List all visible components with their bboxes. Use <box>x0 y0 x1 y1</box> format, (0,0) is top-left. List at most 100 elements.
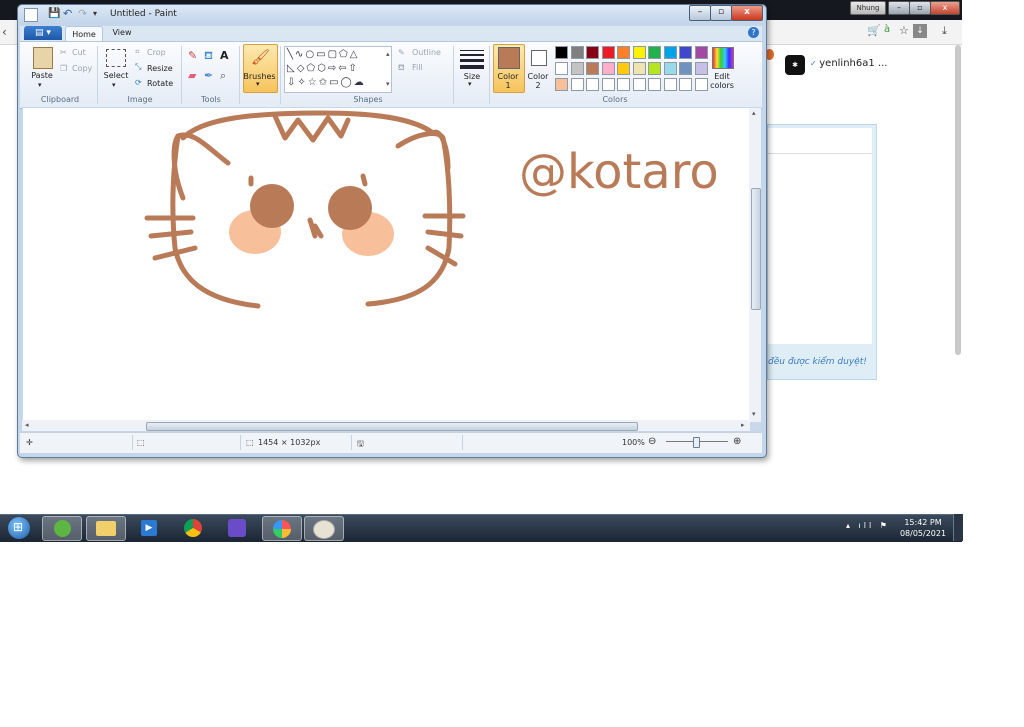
color-picker-icon[interactable]: ✒ <box>204 69 213 82</box>
taskbar-app-chrome[interactable] <box>174 516 212 539</box>
palette-swatch[interactable] <box>617 78 630 91</box>
scroll-left-icon[interactable]: ◂ <box>25 421 29 429</box>
paste-icon[interactable] <box>33 47 53 69</box>
palette-swatch[interactable] <box>601 46 615 59</box>
taskbar-app-paint[interactable] <box>304 516 344 541</box>
palette-swatch[interactable] <box>586 46 599 59</box>
select-dropdown-icon[interactable]: ▾ <box>112 81 116 89</box>
crop-button[interactable]: Crop <box>147 48 166 57</box>
palette-swatch[interactable] <box>648 62 661 75</box>
palette-swatch[interactable] <box>570 78 584 91</box>
palette-swatch[interactable] <box>555 62 568 75</box>
close-button[interactable]: x <box>731 5 763 21</box>
select-button[interactable]: Select <box>102 71 130 80</box>
palette-swatch[interactable] <box>679 62 692 75</box>
palette-swatch[interactable] <box>570 46 584 59</box>
palette-swatch[interactable] <box>555 78 568 91</box>
shapes-scroll-up-icon[interactable]: ▴ <box>386 50 390 58</box>
maximize-button[interactable]: ▫ <box>710 5 732 21</box>
extension-icon[interactable]: à <box>884 24 890 35</box>
browser-profile-button[interactable]: Nhung <box>850 1 886 15</box>
scroll-right-icon[interactable]: ▸ <box>741 421 745 429</box>
palette-swatch[interactable] <box>555 46 568 59</box>
palette-swatch[interactable] <box>663 78 677 91</box>
paint-app-icon[interactable] <box>24 8 38 22</box>
size-icon[interactable] <box>460 47 484 71</box>
palette-swatch[interactable] <box>694 46 708 59</box>
tab-view[interactable]: View <box>106 28 138 37</box>
zoom-out-icon[interactable]: ⊖ <box>648 436 656 447</box>
start-button[interactable]: ⊞ <box>5 514 33 541</box>
paste-dropdown-icon[interactable]: ▾ <box>38 81 42 89</box>
customize-qat-icon[interactable]: ▾ <box>93 9 97 18</box>
help-icon[interactable]: ? <box>748 27 759 38</box>
palette-swatch[interactable] <box>663 62 677 75</box>
fill-bucket-icon[interactable]: ⛾ <box>204 49 213 64</box>
palette-swatch[interactable] <box>648 78 661 91</box>
copy-icon[interactable]: ❐ <box>60 64 67 73</box>
rotate-icon[interactable]: ⟳ <box>135 78 142 87</box>
taskbar-clock[interactable]: 15:42 PM 08/05/2021 <box>898 517 948 539</box>
magnifier-icon[interactable]: ⌕ <box>220 69 226 83</box>
cut-button[interactable]: Cut <box>72 48 86 57</box>
shapes-icons[interactable]: ╲∿○▭▢⬠△ ◺◇⬠⬡⇨⇦⇧ ⇩✧☆✩▭◯☁ <box>287 48 391 90</box>
palette-swatch[interactable] <box>601 78 615 91</box>
browser-back-icon[interactable]: ‹ <box>2 25 7 39</box>
rotate-button[interactable]: Rotate <box>147 79 173 88</box>
resize-icon[interactable]: ⤡ <box>135 62 141 72</box>
palette-swatch[interactable] <box>601 62 615 75</box>
palette-swatch[interactable] <box>586 62 599 75</box>
browser-scrollbar[interactable] <box>955 45 961 355</box>
pencil-icon[interactable]: ✎ <box>188 49 197 62</box>
taskbar-app-explorer[interactable] <box>86 516 126 541</box>
minimize-button[interactable]: – <box>689 5 711 21</box>
browser-close-button[interactable]: x <box>930 1 960 15</box>
copy-button[interactable]: Copy <box>72 64 92 73</box>
palette-swatch[interactable] <box>632 62 646 75</box>
select-icon[interactable] <box>106 49 126 67</box>
text-tool-icon[interactable]: A <box>220 49 229 62</box>
zoom-slider-thumb[interactable] <box>693 437 700 448</box>
browser-minimize-button[interactable]: – <box>888 1 910 15</box>
size-dropdown-icon[interactable]: ▾ <box>468 80 472 88</box>
fill-button[interactable]: Fill <box>412 63 423 72</box>
tab-home[interactable]: Home <box>65 26 103 42</box>
taskbar-app-coccoc[interactable] <box>42 516 82 541</box>
palette-swatch[interactable] <box>617 62 630 75</box>
fill-icon[interactable]: ⛾ <box>398 63 405 73</box>
taskbar-app-photos[interactable] <box>262 516 302 541</box>
bookmark-star-icon[interactable]: ☆ <box>899 24 909 37</box>
redo-icon[interactable]: ↷ <box>78 7 87 20</box>
palette-swatch[interactable] <box>648 46 661 59</box>
taskbar-app-media-player[interactable]: ▶ <box>130 516 168 539</box>
palette-swatch[interactable] <box>632 78 646 91</box>
edit-colors-button[interactable]: Edit colors <box>706 72 738 90</box>
paste-button[interactable]: Paste <box>28 71 56 80</box>
palette-swatch[interactable] <box>663 46 677 59</box>
palette-swatch[interactable] <box>617 46 630 59</box>
eraser-icon[interactable]: ▰ <box>188 69 196 82</box>
cart-icon[interactable]: 🛒 <box>867 24 881 37</box>
save-icon[interactable]: 💾 <box>48 8 60 19</box>
palette-swatch[interactable] <box>679 46 692 59</box>
show-desktop-button[interactable] <box>953 514 963 541</box>
drawing-canvas[interactable]: @kotaro <box>23 108 749 420</box>
outline-icon[interactable]: ✎ <box>398 48 405 57</box>
system-tray-icons[interactable]: ▴ ıll ⚑ <box>846 521 890 530</box>
downloads-icon[interactable]: ⤓ <box>942 24 947 38</box>
cut-icon[interactable]: ✂ <box>60 48 67 57</box>
horizontal-scroll-thumb[interactable] <box>146 422 638 431</box>
outline-button[interactable]: Outline <box>412 48 441 57</box>
user-avatar[interactable]: ✱ <box>785 55 805 75</box>
resize-button[interactable]: Resize <box>147 64 173 73</box>
edit-colors-icon[interactable] <box>712 47 734 69</box>
palette-swatch[interactable] <box>586 78 599 91</box>
browser-restore-button[interactable]: ▫ <box>909 1 931 15</box>
crop-icon[interactable]: ⌗ <box>135 47 140 57</box>
palette-swatch[interactable] <box>679 78 692 91</box>
scroll-down-icon[interactable]: ▾ <box>752 410 756 418</box>
taskbar-app-game[interactable] <box>218 516 256 539</box>
shapes-more-icon[interactable]: ▾ <box>386 80 390 88</box>
username-link[interactable]: ✓ yenlinh6a1 ... <box>810 58 887 69</box>
scroll-up-icon[interactable]: ▴ <box>752 109 756 117</box>
